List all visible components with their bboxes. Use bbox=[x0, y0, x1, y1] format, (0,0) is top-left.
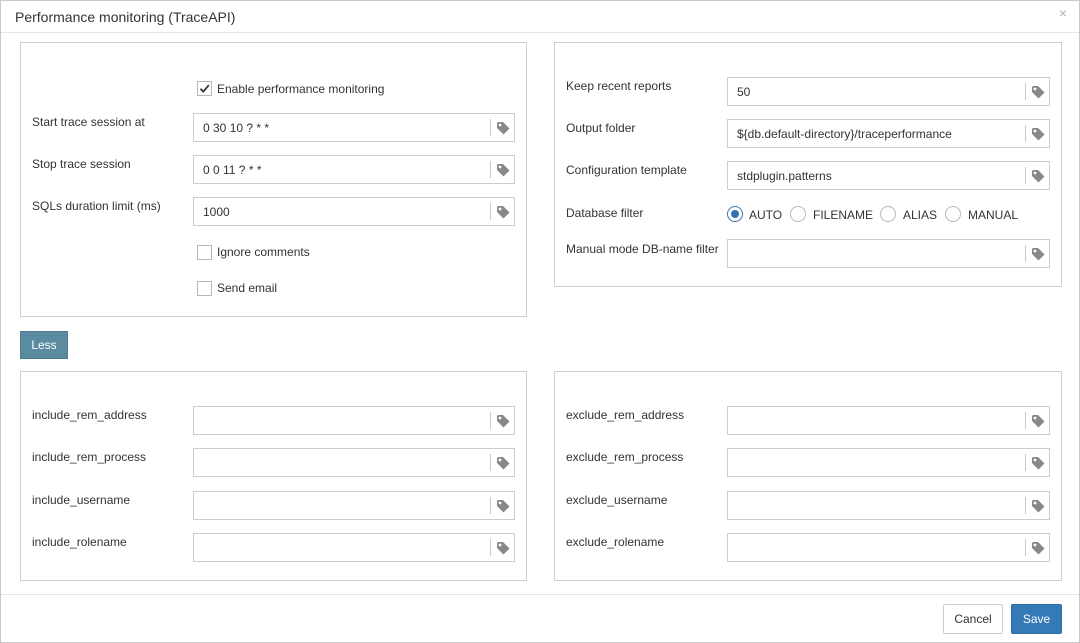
manual-filter-label: Manual mode DB-name filter bbox=[566, 242, 719, 256]
filter-option-alias: ALIAS bbox=[903, 208, 938, 222]
tag-icon[interactable] bbox=[495, 498, 511, 514]
exclude-rem-address-label: exclude_rem_address bbox=[566, 408, 685, 422]
tag-icon[interactable] bbox=[495, 540, 511, 556]
tag-icon[interactable] bbox=[1030, 498, 1046, 514]
filter-radio-manual[interactable] bbox=[945, 206, 961, 222]
cancel-button[interactable]: Cancel bbox=[943, 604, 1003, 634]
tag-icon[interactable] bbox=[1030, 413, 1046, 429]
sql-duration-input[interactable]: 1000 bbox=[193, 197, 515, 226]
exclude-rolename-input[interactable] bbox=[727, 533, 1050, 562]
tag-icon[interactable] bbox=[1030, 168, 1046, 184]
tag-icon[interactable] bbox=[495, 162, 511, 178]
config-template-label: Configuration template bbox=[566, 163, 687, 177]
dialog-footer bbox=[1, 594, 1079, 642]
tag-icon[interactable] bbox=[1030, 126, 1046, 142]
database-filter-label: Database filter bbox=[566, 206, 644, 220]
include-rem-process-input[interactable] bbox=[193, 448, 515, 477]
filter-radio-alias[interactable] bbox=[880, 206, 896, 222]
tag-icon[interactable] bbox=[495, 455, 511, 471]
filter-option-auto: AUTO bbox=[749, 208, 783, 222]
output-folder-input[interactable]: ${db.default-directory}/traceperformance bbox=[727, 119, 1050, 148]
dialog-header: Performance monitoring (TraceAPI) × bbox=[1, 1, 1079, 33]
sql-duration-label: SQLs duration limit (ms) bbox=[32, 199, 161, 213]
close-icon[interactable]: × bbox=[1059, 5, 1067, 21]
ignore-comments-checkbox[interactable] bbox=[197, 245, 212, 260]
enable-monitoring-checkbox[interactable] bbox=[197, 81, 212, 96]
exclude-username-input[interactable] bbox=[727, 491, 1050, 520]
tag-icon[interactable] bbox=[495, 413, 511, 429]
performance-monitoring-dialog: Performance monitoring (TraceAPI) × Enab… bbox=[0, 0, 1080, 643]
keep-reports-label: Keep recent reports bbox=[566, 79, 672, 93]
filter-option-manual: MANUAL bbox=[968, 208, 1019, 222]
include-rolename-input[interactable] bbox=[193, 533, 515, 562]
include-rem-address-input[interactable] bbox=[193, 406, 515, 435]
exclude-rem-process-input[interactable] bbox=[727, 448, 1050, 477]
exclude-rem-address-input[interactable] bbox=[727, 406, 1050, 435]
stop-trace-label: Stop trace session bbox=[32, 157, 131, 171]
include-rem-process-label: include_rem_process bbox=[32, 450, 147, 464]
tag-icon[interactable] bbox=[495, 204, 511, 220]
tag-icon[interactable] bbox=[495, 120, 511, 136]
filter-option-filename: FILENAME bbox=[813, 208, 874, 222]
stop-trace-input[interactable]: 0 0 11 ? * * bbox=[193, 155, 515, 184]
include-rem-address-label: include_rem_address bbox=[32, 408, 147, 422]
checkmark-icon bbox=[199, 84, 210, 93]
ignore-comments-label: Ignore comments bbox=[217, 245, 310, 259]
include-username-input[interactable] bbox=[193, 491, 515, 520]
exclude-rolename-label: exclude_rolename bbox=[566, 535, 665, 549]
tag-icon[interactable] bbox=[1030, 455, 1046, 471]
dialog-title: Performance monitoring (TraceAPI) bbox=[15, 9, 236, 25]
include-username-label: include_username bbox=[32, 493, 131, 507]
manual-filter-input[interactable] bbox=[727, 239, 1050, 268]
keep-reports-input[interactable]: 50 bbox=[727, 77, 1050, 106]
output-folder-label: Output folder bbox=[566, 121, 636, 135]
filter-radio-filename[interactable] bbox=[790, 206, 806, 222]
exclude-username-label: exclude_username bbox=[566, 493, 668, 507]
include-rolename-label: include_rolename bbox=[32, 535, 127, 549]
save-button[interactable]: Save bbox=[1011, 604, 1062, 634]
config-template-input[interactable]: stdplugin.patterns bbox=[727, 161, 1050, 190]
filter-radio-auto[interactable] bbox=[727, 206, 743, 222]
start-trace-label: Start trace session at bbox=[32, 115, 145, 129]
exclude-rem-process-label: exclude_rem_process bbox=[566, 450, 684, 464]
send-email-label: Send email bbox=[217, 281, 278, 295]
tag-icon[interactable] bbox=[1030, 540, 1046, 556]
tag-icon[interactable] bbox=[1030, 246, 1046, 262]
tag-icon[interactable] bbox=[1030, 84, 1046, 100]
start-trace-input[interactable]: 0 30 10 ? * * bbox=[193, 113, 515, 142]
send-email-checkbox[interactable] bbox=[197, 281, 212, 296]
enable-monitoring-label: Enable performance monitoring bbox=[217, 82, 385, 96]
less-button[interactable]: Less bbox=[20, 331, 68, 359]
